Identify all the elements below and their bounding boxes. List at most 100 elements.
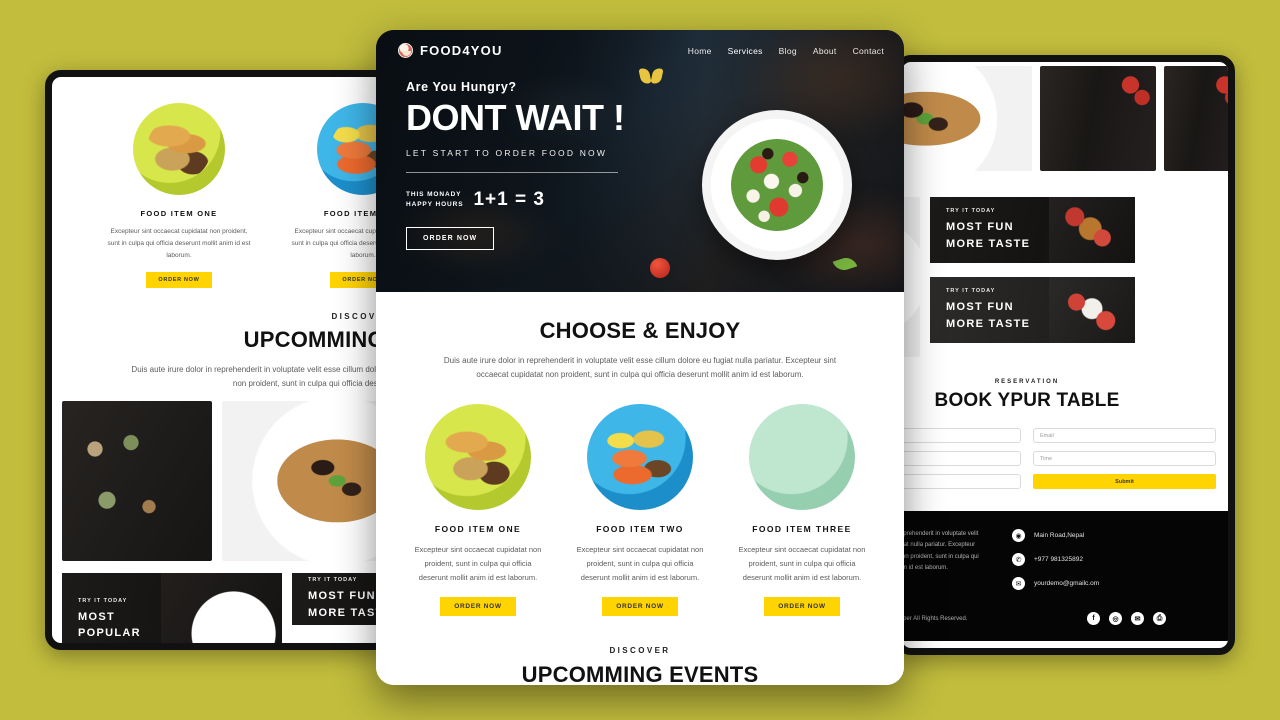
food-item-title: FOOD ITEM ONE xyxy=(434,524,522,534)
food-item-title: FOOD ITEM TWO xyxy=(596,524,684,534)
section-title: UPCOMMING EVENTS xyxy=(521,661,759,685)
top-navigation-bar: FOOD4YOU Home Services Blog About Contac… xyxy=(376,30,904,58)
food-item-title: FOOD ITEM TWO xyxy=(323,209,383,218)
banner-title: MOST FUN MORE TASTE xyxy=(946,301,1031,330)
food-item-description: Excepteur sint occaecat cupidatat non pr… xyxy=(107,228,251,260)
submit-button[interactable]: Submit xyxy=(1033,474,1216,489)
contact-email[interactable]: ✉ yourdemo@gmailc.om xyxy=(1012,577,1099,590)
food-plate-image xyxy=(133,103,225,195)
contact-address-text: Main Road,Nepal xyxy=(1034,532,1085,539)
footer-contact-list: ◉ Main Road,Nepal ✆ +977 981325892 ✉ you… xyxy=(1012,529,1099,590)
location-icon: ◉ xyxy=(1012,529,1025,542)
nav-links: Home Services Blog About Contact xyxy=(688,46,884,56)
food-plate-image xyxy=(749,404,855,510)
nav-item-services[interactable]: Services xyxy=(728,46,763,56)
phone-icon: ✆ xyxy=(1012,553,1025,566)
right-panel-content: TRY IT TODAY MOST FUN MORE TASTE TRY IT T… xyxy=(902,62,1228,641)
food-card-list: FOOD ITEM ONE Excepteur sint occaecat cu… xyxy=(376,404,904,616)
banner-kicker: TRY IT TODAY xyxy=(946,288,996,294)
food-item-title: FOOD ITEM ONE xyxy=(140,209,218,218)
list-item[interactable]: FOOD ITEM TWO Excepteur sint occaecat cu… xyxy=(575,404,705,616)
reservation-section: RESERVATION BOOK YPUR TABLE Name Email D… xyxy=(902,357,1228,489)
email-icon: ✉ xyxy=(1012,577,1025,590)
left-background-browser-panel: FOOD ITEM ONE Excepteur sint occaecat cu… xyxy=(45,70,390,650)
gallery-photo-dark xyxy=(1039,66,1157,171)
hero-eyebrow: Are You Hungry? xyxy=(406,80,517,94)
promo-line-1: THIS MONADY xyxy=(406,190,462,198)
banner-title: MOST FUN MORE TASTE xyxy=(946,221,1031,250)
promo-equation: 1+1 = 3 xyxy=(473,189,545,210)
brand-logo[interactable]: FOOD4YOU xyxy=(398,43,503,58)
nav-item-contact[interactable]: Contact xyxy=(853,46,884,56)
gallery-photo-pasta-plate xyxy=(222,401,383,562)
nav-item-blog[interactable]: Blog xyxy=(779,46,797,56)
contact-address[interactable]: ◉ Main Road,Nepal xyxy=(1012,529,1099,542)
list-item[interactable]: FOOD ITEM TWO Excepteur sint occaecat cu… xyxy=(288,103,385,289)
reservation-kicker: RESERVATION xyxy=(994,379,1060,385)
left-gallery-row xyxy=(52,391,383,562)
left-events-header: DISCOVER UPCOMMING EVENTS Duis aute irur… xyxy=(52,312,390,391)
print-icon[interactable]: ⎙ xyxy=(1153,612,1166,625)
list-item[interactable]: FOOD ITEM ONE Excepteur sint occaecat cu… xyxy=(413,404,543,616)
social-links: f ◎ ✉ ⎙ xyxy=(1087,612,1166,625)
hero-content: Are You Hungry? DONT WAIT ! LET START TO… xyxy=(376,58,676,250)
promo-line-2: HAPPY HOURS xyxy=(406,201,464,208)
left-food-card-list: FOOD ITEM ONE Excepteur sint occaecat cu… xyxy=(52,77,385,289)
promo-label: THIS MONADY HAPPY HOURS xyxy=(406,190,463,210)
banner-kicker: TRY IT TODAY xyxy=(78,597,128,604)
email-field[interactable]: Email xyxy=(1033,428,1216,443)
time-field[interactable]: Time xyxy=(1033,451,1216,466)
burger-icon xyxy=(398,43,413,58)
copyright-text: Copyright © 2021 Developer All Rights Re… xyxy=(902,615,968,622)
right-feature-row: TRY IT TODAY MOST FUN MORE TASTE TRY IT T… xyxy=(902,171,1228,357)
site-footer: Duis aute irure dolor in reprehenderit i… xyxy=(902,511,1228,641)
promo-banner-fun-right-1[interactable]: TRY IT TODAY MOST FUN MORE TASTE xyxy=(930,197,1135,263)
nav-item-home[interactable]: Home xyxy=(688,46,712,56)
food-item-description: Excepteur sint occaecat cupidatat non pr… xyxy=(414,545,542,582)
promo-banner-pasta[interactable]: TRY IT TODAY MOST POPULAR PASTA xyxy=(62,573,282,643)
food-item-description: Excepteur sint occaecat cupidatat non pr… xyxy=(291,228,385,260)
list-item[interactable]: FOOD ITEM THREE Excepteur sint occaecat … xyxy=(737,404,867,616)
right-background-browser-panel: TRY IT TODAY MOST FUN MORE TASTE TRY IT T… xyxy=(895,55,1235,655)
contact-phone[interactable]: ✆ +977 981325892 xyxy=(1012,553,1099,566)
nav-item-about[interactable]: About xyxy=(813,46,837,56)
banner-photo xyxy=(161,573,282,643)
list-item[interactable]: FOOD ITEM ONE Excepteur sint occaecat cu… xyxy=(104,103,254,289)
order-now-button[interactable]: ORDER NOW xyxy=(764,596,840,616)
tomato-icon xyxy=(650,258,670,278)
upcoming-events-section: DISCOVER UPCOMMING EVENTS Duis aute irur… xyxy=(376,615,904,685)
hero-dish-image xyxy=(702,110,852,260)
section-kicker: DISCOVER xyxy=(331,312,390,322)
banner-kicker: TRY IT TODAY xyxy=(946,208,996,214)
food-item-description: Excepteur sint occaecat cupidatat non pr… xyxy=(576,545,704,582)
hero-subtitle: LET START TO ORDER FOOD NOW xyxy=(406,148,608,158)
person-field[interactable]: Person xyxy=(902,474,1021,489)
order-now-button[interactable]: ORDER NOW xyxy=(146,272,212,289)
twitter-icon[interactable]: ✉ xyxy=(1131,612,1144,625)
hero-order-now-button[interactable]: ORDER NOW xyxy=(406,227,495,250)
name-field[interactable]: Name xyxy=(902,428,1021,443)
section-title: CHOOSE & ENJOY xyxy=(539,318,741,343)
date-field[interactable]: Date xyxy=(902,451,1021,466)
contact-email-text: yourdemo@gmailc.om xyxy=(1034,580,1100,587)
order-now-button[interactable]: ORDER NOW xyxy=(602,596,678,616)
food-plate-image xyxy=(587,404,693,510)
main-browser-panel: FOOD4YOU Home Services Blog About Contac… xyxy=(376,30,904,685)
right-gallery-row xyxy=(902,62,1228,171)
left-banner-row: TRY IT TODAY MOST POPULAR PASTA TRY IT TOD… xyxy=(52,561,383,643)
food-item-description: Excepteur sint occaecat cupidatat non pr… xyxy=(738,545,866,582)
basil-leaf-icon xyxy=(832,254,858,274)
food-item-title: FOOD ITEM THREE xyxy=(752,524,852,534)
reservation-form: Name Email Date Time Person Submit xyxy=(902,428,1216,489)
gallery-photo-dark-2 xyxy=(1164,66,1228,171)
section-description: Duis aute irure dolor in reprehenderit i… xyxy=(443,356,837,379)
banner-photo xyxy=(1048,197,1135,263)
promo-banner-fun-right-2[interactable]: TRY IT TODAY MOST FUN MORE TASTE xyxy=(930,277,1135,343)
choose-and-enjoy-section: CHOOSE & ENJOY Duis aute irure dolor in … xyxy=(376,292,904,616)
facebook-icon[interactable]: f xyxy=(1087,612,1100,625)
left-panel-content: FOOD ITEM ONE Excepteur sint occaecat cu… xyxy=(52,77,390,643)
instagram-icon[interactable]: ◎ xyxy=(1109,612,1122,625)
order-now-button[interactable]: ORDER NOW xyxy=(440,596,516,616)
banner-photo xyxy=(1048,277,1135,343)
gallery-photo-plate xyxy=(902,66,1032,171)
